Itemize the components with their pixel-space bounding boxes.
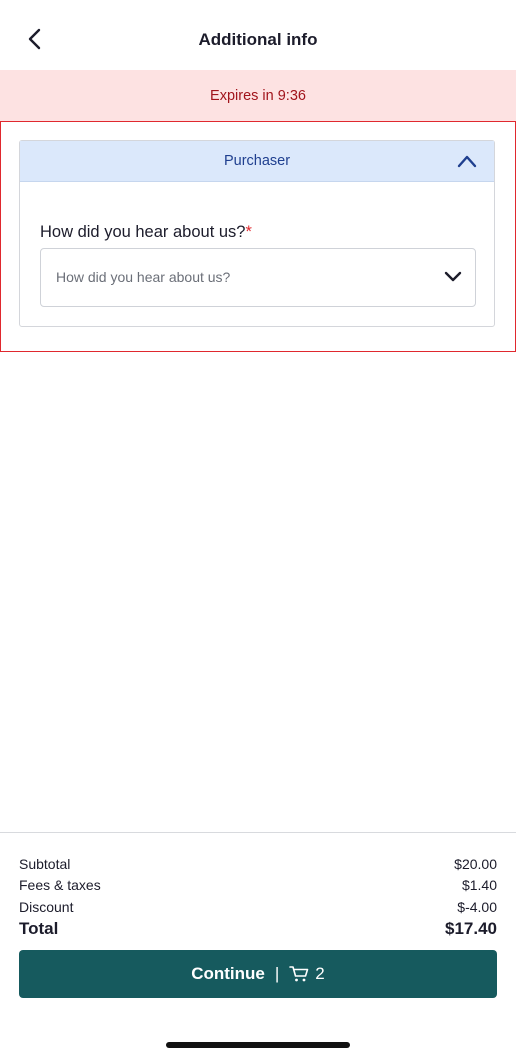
subtotal-value: $20.00 — [454, 856, 497, 872]
chevron-up-icon[interactable] — [456, 152, 478, 170]
order-summary-footer: Subtotal $20.00 Fees & taxes $1.40 Disco… — [0, 832, 516, 1059]
continue-button[interactable]: Continue | 2 — [19, 950, 497, 998]
subtotal-row: Subtotal $20.00 — [19, 856, 497, 872]
total-label: Total — [19, 919, 59, 938]
fees-row: Fees & taxes $1.40 — [19, 877, 497, 893]
discount-label: Discount — [19, 899, 74, 915]
discount-row: Discount $-4.00 — [19, 899, 497, 915]
discount-value: $-4.00 — [457, 899, 497, 915]
hear-about-us-dropdown[interactable]: How did you hear about us? — [40, 248, 476, 307]
home-indicator — [166, 1042, 350, 1048]
page-title: Additional info — [198, 30, 318, 49]
dropdown-placeholder: How did you hear about us? — [56, 269, 231, 285]
chevron-down-icon — [444, 271, 462, 282]
cart-count: 2 — [315, 964, 325, 983]
question-label: How did you hear about us?* — [40, 223, 252, 242]
purchaser-section-header[interactable]: Purchaser — [20, 141, 494, 182]
section-title: Purchaser — [223, 153, 291, 169]
fees-label: Fees & taxes — [19, 877, 101, 893]
expires-banner: Expires in 9:36 — [0, 70, 516, 121]
cart-icon — [289, 966, 309, 982]
continue-label: Continue — [191, 964, 265, 983]
continue-separator: | — [274, 964, 280, 983]
subtotal-label: Subtotal — [19, 856, 71, 872]
fees-value: $1.40 — [461, 877, 497, 893]
total-row: Total $17.40 — [19, 919, 497, 939]
total-value: $17.40 — [445, 919, 497, 938]
expires-text: Expires in 9:36 — [210, 87, 306, 104]
question-label-text: How did you hear about us? — [40, 223, 246, 241]
purchaser-section: Purchaser How did you hear about us?* Ho… — [19, 140, 495, 327]
top-bar: Additional info — [0, 0, 516, 70]
required-marker: * — [245, 223, 252, 241]
